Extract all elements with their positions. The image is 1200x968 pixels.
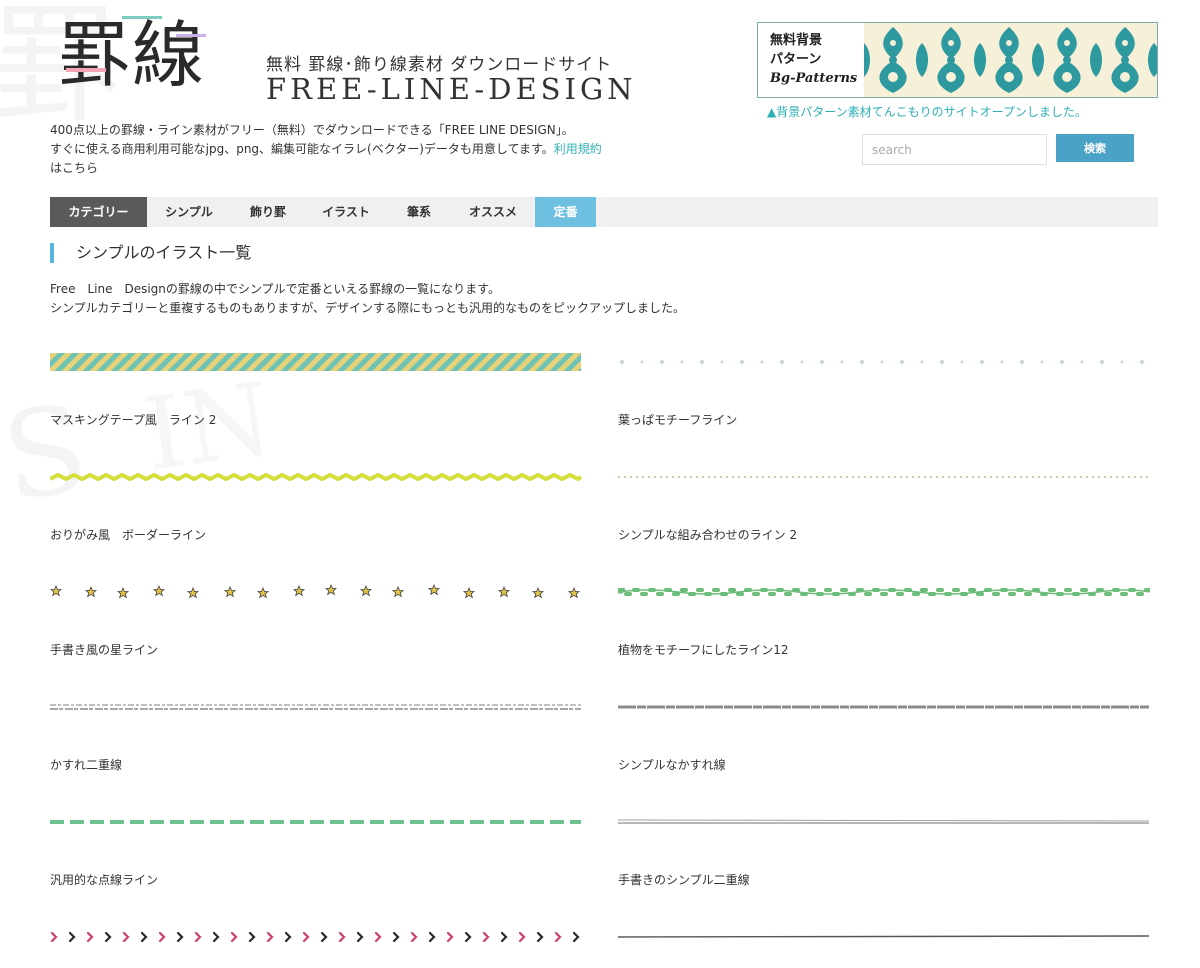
intro-line: すぐに使える商用利用可能なjpg、png、編集可能なイラレ(ベクター)データも用… — [50, 140, 610, 159]
banner-line: Bg-Patterns — [770, 71, 858, 86]
nav-item-illustration[interactable]: イラスト — [305, 197, 387, 227]
intro-line: 400点以上の罫線・ライン素材がフリー（無料）でダウンロードできる「FREE L… — [50, 123, 574, 137]
logo-decoration — [176, 34, 206, 37]
section-desc-line: Free Line Designの罫線の中でシンプルで定番といえる罫線の一覧にな… — [50, 282, 500, 296]
terms-link[interactable]: 利用規約 — [554, 142, 602, 156]
line-item[interactable]: 汎用的な点線ライン — [50, 807, 582, 907]
leaf-motif-line-preview — [620, 360, 1144, 364]
line-item-label: 汎用的な点線ライン — [50, 873, 159, 887]
line-item[interactable]: 手書き風の星ライン — [50, 577, 582, 677]
faded-double-line-preview — [50, 704, 581, 710]
line-item-label: 葉っぱモチーフライン — [618, 413, 738, 427]
nav-item-decoration[interactable]: 飾り罫 — [231, 197, 305, 227]
line-item[interactable]: 葉っぱモチーフライン — [618, 347, 1150, 447]
nav-item-recommended[interactable]: オススメ — [451, 197, 535, 227]
line-item-label: シンプルなかすれ線 — [618, 758, 726, 772]
nav-item-brush[interactable]: 筆系 — [387, 197, 451, 227]
line-item-label: 手書き風の星ライン — [50, 643, 159, 657]
hand-drawn-star-line-preview — [50, 583, 581, 599]
line-item[interactable]: マスキングテープ風 ライン 2 — [50, 347, 582, 447]
logo-text: 罫線 — [58, 13, 207, 97]
line-item[interactable]: かすれ二重線 — [50, 692, 582, 792]
search-input[interactable] — [862, 134, 1047, 165]
hand-drawn-double-line-preview — [618, 819, 1150, 824]
nav-item-category[interactable]: カテゴリー — [50, 197, 147, 227]
bg-patterns-link[interactable]: ▲背景パターン素材てんこもりのサイトオープンしました。 — [767, 103, 1087, 120]
section-desc-line: シンプルカテゴリーと重複するものもありますが、デザインする際にもっとも汎用的なも… — [50, 301, 686, 315]
line-item[interactable]: シンプルな組み合わせのライン 2 — [618, 462, 1150, 562]
section-title: シンプルのイラスト一覧 — [50, 243, 251, 263]
combination-line-preview — [618, 476, 1149, 478]
plant-motif-line-preview — [618, 584, 1150, 596]
section-description: Free Line Designの罫線の中でシンプルで定番といえる罫線の一覧にな… — [50, 280, 850, 318]
nav-item-standard[interactable]: 定番 — [535, 197, 596, 227]
origami-border-line-preview — [50, 472, 582, 482]
dotted-line-preview — [50, 820, 581, 824]
site-brand-name: FREE-LINE-DESIGN — [266, 72, 637, 106]
damask-pattern-image — [864, 23, 1157, 97]
category-nav: カテゴリー シンプル 飾り罫 イラスト 筆系 オススメ 定番 — [50, 197, 1158, 227]
line-item-label: 植物をモチーフにしたライン12 — [618, 643, 789, 657]
line-item[interactable]: 植物をモチーフにしたライン12 — [618, 577, 1150, 677]
line-item-label: かすれ二重線 — [50, 758, 123, 772]
line-item[interactable] — [618, 922, 1150, 962]
logo-decoration — [66, 68, 106, 72]
line-item[interactable] — [50, 922, 582, 962]
bg-patterns-banner[interactable]: 無料背景 パターン Bg-Patterns — [757, 22, 1158, 98]
logo-decoration — [122, 16, 162, 19]
line-item-label: おりがみ風 ボーダーライン — [50, 528, 207, 542]
simple-faded-line-preview — [618, 705, 1149, 709]
thin-pen-line-preview — [618, 935, 1150, 938]
line-item-label: 手書きのシンプル二重線 — [618, 873, 750, 887]
nav-item-simple[interactable]: シンプル — [147, 197, 231, 227]
banner-line: 無料背景 — [770, 33, 823, 48]
line-item[interactable]: 手書きのシンプル二重線 — [618, 807, 1150, 907]
site-logo[interactable]: 罫線 — [58, 8, 238, 103]
banner-line: パターン — [770, 52, 822, 67]
intro-line: はこちら — [50, 161, 99, 175]
intro-text: すぐに使える商用利用可能なjpg、png、編集可能なイラレ(ベクター)データも用… — [50, 142, 554, 156]
line-item-label: マスキングテープ風 ライン 2 — [50, 413, 217, 427]
line-item-label: シンプルな組み合わせのライン 2 — [618, 528, 798, 542]
site-intro: 400点以上の罫線・ライン素材がフリー（無料）でダウンロードできる「FREE L… — [50, 121, 610, 178]
search-button[interactable]: 検索 — [1056, 134, 1134, 162]
line-item[interactable]: おりがみ風 ボーダーライン — [50, 462, 582, 562]
chevron-line-preview — [50, 931, 580, 943]
masking-tape-line-preview — [50, 353, 581, 371]
line-item[interactable]: シンプルなかすれ線 — [618, 692, 1150, 792]
banner-text: 無料背景 パターン Bg-Patterns — [758, 23, 864, 97]
